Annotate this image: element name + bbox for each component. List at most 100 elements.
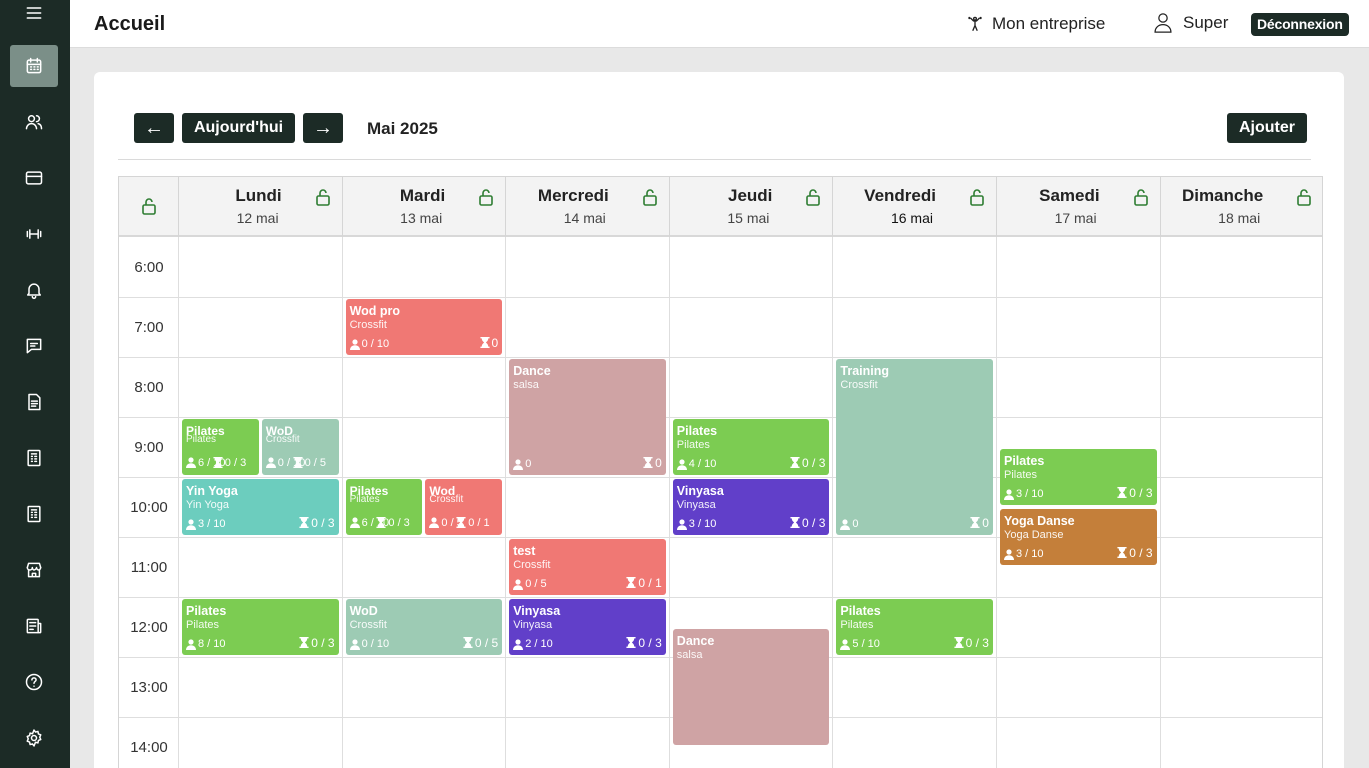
sidebar-item-payments[interactable] (10, 157, 58, 199)
sidebar-item-documents[interactable] (10, 381, 58, 423)
event-vinyasa[interactable]: Vinyasa Vinyasa 2 / 10 0 / 3 (509, 599, 666, 655)
sidebar-item-shop[interactable] (10, 549, 58, 591)
event-subtitle: Crossfit (429, 494, 464, 505)
person-icon (429, 517, 440, 528)
event-title: Pilates (186, 604, 227, 618)
event-waitlist: 0 (970, 516, 989, 530)
logout-button[interactable]: Déconnexion (1251, 13, 1349, 36)
event-subtitle: Pilates (349, 494, 380, 505)
lock-all-icon[interactable] (141, 197, 157, 215)
today-button[interactable]: Aujourd'hui (182, 113, 295, 143)
sidebar-item-notifications[interactable] (10, 269, 58, 311)
event-pilates[interactable]: Pilates Pilates 3 / 10 0 / 3 (1000, 449, 1157, 505)
waitlist-value: 0 / 3 (1129, 486, 1153, 500)
event-subtitle: Yoga Danse (1004, 529, 1064, 541)
event-waitlist: 0 / 3 (1117, 546, 1153, 560)
event-wod[interactable]: WoD Crossfit 0 / 10 0 / 5 (261, 419, 339, 475)
time-label: 8:00 (134, 379, 164, 396)
event-pilates[interactable]: Pilates Pilates 6 / 10 0 / 3 (182, 419, 259, 475)
event-pilates[interactable]: Pilates Pilates 8 / 10 0 / 3 (182, 599, 339, 655)
event-subtitle: Pilates (186, 434, 217, 445)
event-subtitle: Pilates (186, 619, 220, 631)
previous-week-button[interactable]: ← (134, 113, 174, 143)
day-date: 18 mai (1218, 210, 1261, 226)
event-capacity: 0 / 5 (513, 578, 547, 590)
waitlist-value: 0 (982, 516, 989, 530)
event-test[interactable]: test Crossfit 0 / 5 0 / 1 (509, 539, 666, 595)
capacity-value: 8 / 10 (198, 638, 226, 650)
capacity-value: 3 / 10 (1016, 488, 1044, 500)
day-date: 15 mai (727, 210, 770, 226)
sidebar-item-messages[interactable] (10, 325, 58, 367)
event-pilates[interactable]: Pilates Pilates 6 / 10 0 / 3 (345, 479, 423, 535)
event-title: Pilates (840, 604, 881, 618)
lock-icon[interactable] (478, 188, 494, 206)
event-dance[interactable]: Dance salsa 0 0 (509, 359, 666, 475)
users-icon (25, 115, 43, 130)
event-pilates[interactable]: Pilates Pilates 4 / 10 0 / 3 (672, 419, 830, 475)
capacity-value: 2 / 10 (525, 638, 553, 650)
lock-icon[interactable] (1133, 188, 1149, 206)
hourglass-icon (479, 337, 490, 348)
lock-icon[interactable] (1296, 188, 1312, 206)
sidebar-item-settings[interactable] (10, 717, 58, 759)
event-capacity: 3 / 10 (1004, 488, 1044, 500)
event-title: Pilates (1004, 454, 1045, 468)
event-training[interactable]: Training Crossfit 0 0 (836, 359, 993, 535)
hourglass-icon (456, 517, 466, 528)
person-icon (349, 517, 360, 528)
sidebar-item-activities[interactable] (10, 213, 58, 255)
person-icon (840, 519, 851, 530)
capacity-value: 0 (852, 518, 859, 530)
day-name: Mardi (399, 186, 446, 205)
company-name: Mon entreprise (992, 14, 1106, 33)
event-subtitle: salsa (676, 649, 703, 661)
add-button[interactable]: Ajouter (1227, 113, 1307, 143)
event-pilates[interactable]: Pilates Pilates 5 / 10 0 / 3 (836, 599, 993, 655)
document-icon (28, 393, 41, 411)
event-subtitle: Yin Yoga (186, 499, 230, 511)
day-date: 13 mai (400, 210, 443, 226)
current-month: Mai 2025 (367, 119, 438, 138)
event-wod[interactable]: WoD Crossfit 0 / 10 0 / 5 (345, 599, 503, 655)
person-icon (1004, 489, 1014, 500)
time-label: 7:00 (134, 319, 164, 336)
day-name: Jeudi (727, 186, 773, 205)
week-calendar: Lundi 12 mai Mardi 13 mai Mercredi 14 mai Jeud… (118, 176, 1323, 768)
company-selector[interactable]: Mon entreprise (966, 14, 1105, 34)
sidebar-item-receipts[interactable] (10, 437, 58, 479)
event-subtitle: Pilates (840, 619, 874, 631)
waitlist-value: 0 / 1 (638, 576, 662, 590)
event-title: Pilates (676, 424, 718, 438)
time-label: 12:00 (130, 619, 168, 636)
user-menu[interactable]: Super (1153, 12, 1228, 34)
time-label: 14:00 (130, 739, 168, 756)
event-title: Yoga Danse (1004, 514, 1075, 528)
time-label: 13:00 (130, 679, 168, 696)
day-date: 12 mai (236, 210, 279, 226)
menu-icon (26, 7, 42, 19)
lock-icon[interactable] (642, 188, 658, 206)
lock-icon[interactable] (315, 188, 331, 206)
sidebar-item-reports[interactable] (10, 605, 58, 647)
event-dance[interactable]: Dance salsa (672, 629, 830, 745)
event-wod-pro[interactable]: Wod pro Crossfit 0 / 10 0 (345, 299, 503, 355)
event-subtitle: Crossfit (840, 379, 878, 391)
event-yoga-danse[interactable]: Yoga Danse Yoga Danse 3 / 10 0 / 3 (1000, 509, 1157, 565)
sidebar-item-members[interactable] (10, 101, 58, 143)
event-capacity: 0 / 10 (349, 638, 389, 650)
sidebar-item-calendar[interactable] (10, 45, 58, 87)
user-icon (1154, 13, 1172, 33)
lock-icon[interactable] (805, 188, 821, 206)
day-header-mardi: Mardi 13 mai (343, 177, 507, 237)
sidebar-item-help[interactable] (10, 661, 58, 703)
sidebar-item-invoices[interactable] (10, 493, 58, 535)
dumbbell-icon (26, 229, 42, 239)
capacity-value: 3 / 10 (1016, 548, 1044, 560)
event-vinyasa[interactable]: Vinyasa Vinyasa 3 / 10 0 / 3 (672, 479, 830, 535)
event-yin-yoga[interactable]: Yin Yoga Yin Yoga 3 / 10 0 / 3 (182, 479, 339, 535)
next-week-button[interactable]: → (303, 113, 343, 143)
event-wod[interactable]: Wod Crossfit 0 / 50 / 1 (425, 479, 503, 535)
menu-button[interactable] (10, 0, 58, 34)
lock-icon[interactable] (969, 188, 985, 206)
